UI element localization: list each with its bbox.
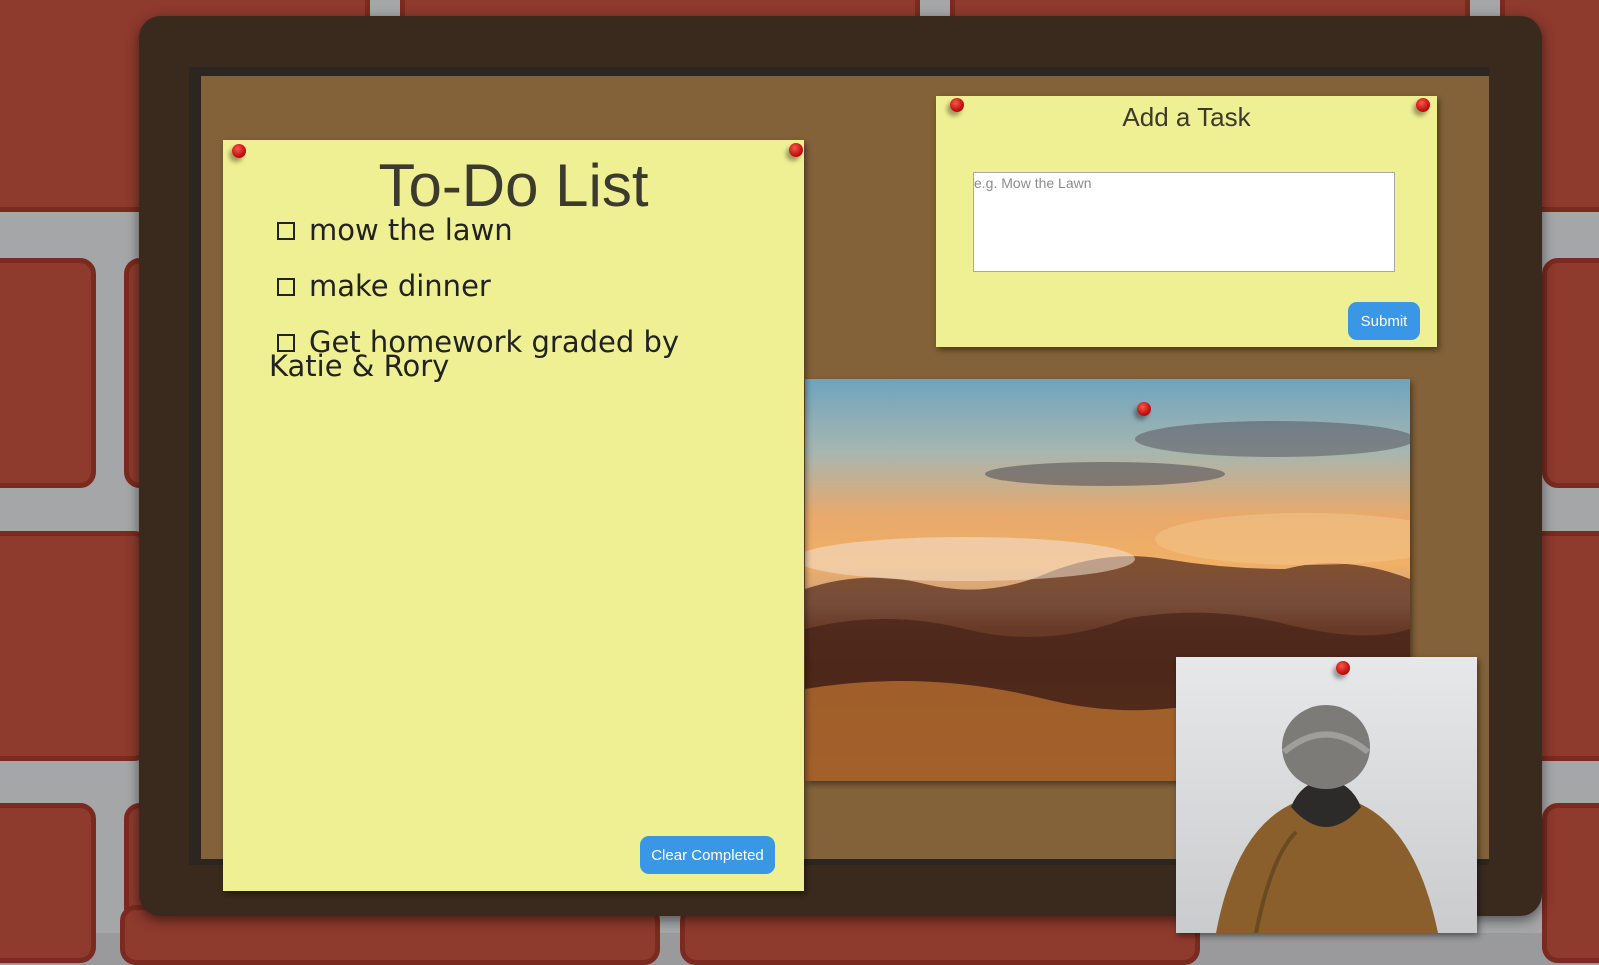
pushpin-icon bbox=[1336, 661, 1350, 675]
pushpin-icon bbox=[1137, 402, 1151, 416]
task-text: Get homework graded by Katie & Rory bbox=[269, 325, 680, 383]
list-item[interactable]: make dinner bbox=[273, 269, 773, 303]
task-list: mow the lawn make dinner Get homework gr… bbox=[269, 213, 773, 410]
add-task-title: Add a Task bbox=[1122, 102, 1251, 132]
list-item[interactable]: mow the lawn bbox=[273, 213, 773, 247]
checkbox-icon[interactable] bbox=[277, 278, 295, 296]
list-item[interactable]: Get homework graded by Katie & Rory bbox=[269, 328, 759, 381]
task-text: mow the lawn bbox=[309, 213, 513, 247]
submit-button[interactable]: Submit bbox=[1348, 302, 1420, 340]
todo-title: To-Do List bbox=[378, 152, 649, 219]
checkbox-icon[interactable] bbox=[277, 222, 295, 240]
person-in-beanie-photo bbox=[1176, 657, 1477, 933]
task-input[interactable] bbox=[973, 172, 1395, 272]
task-text: make dinner bbox=[309, 269, 491, 303]
clear-completed-button[interactable]: Clear Completed bbox=[640, 836, 775, 874]
